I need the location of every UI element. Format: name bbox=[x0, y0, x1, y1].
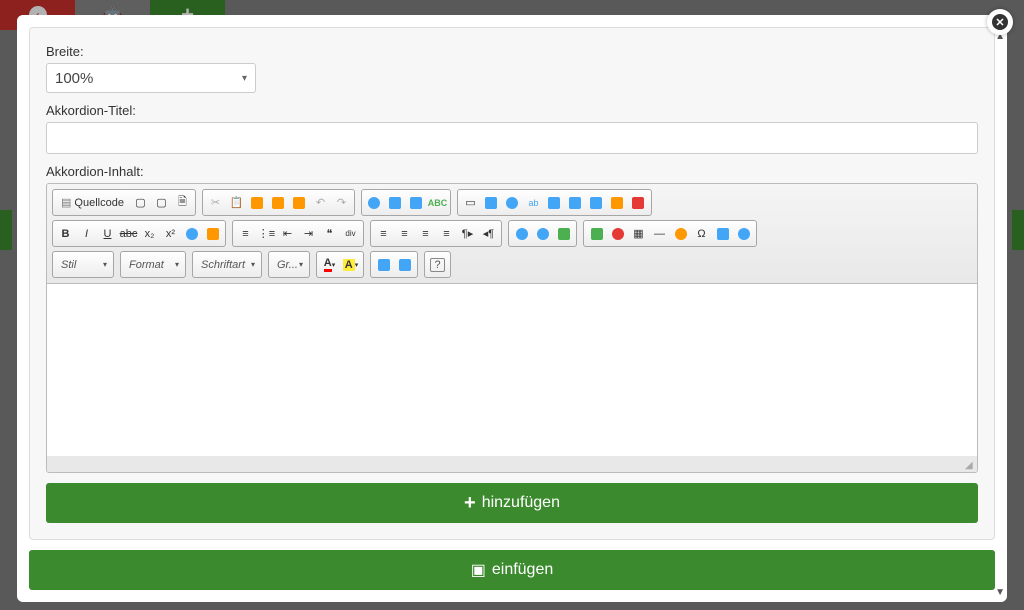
rich-text-editor: ▤Quellcode ▢ ▢ 🗎 ✂ 📋 ↶ ↷ bbox=[46, 183, 978, 473]
close-button[interactable]: ✕ bbox=[987, 9, 1013, 35]
newpage-icon[interactable]: ▢ bbox=[151, 192, 172, 213]
button-icon[interactable] bbox=[586, 192, 607, 213]
numberlist-icon[interactable]: ≡ bbox=[235, 223, 256, 244]
ltr-icon[interactable]: ¶▸ bbox=[457, 223, 478, 244]
unlink-icon[interactable] bbox=[532, 223, 553, 244]
div-icon[interactable]: div bbox=[340, 223, 361, 244]
superscript-icon[interactable]: x² bbox=[160, 223, 181, 244]
insert-icon: ▣ bbox=[471, 560, 486, 580]
paste-word-icon[interactable] bbox=[289, 192, 310, 213]
save-icon[interactable]: ▢ bbox=[130, 192, 151, 213]
title-label: Akkordion-Titel: bbox=[46, 103, 978, 118]
add-button[interactable]: + hinzufügen bbox=[46, 483, 978, 523]
close-icon: ✕ bbox=[992, 14, 1008, 30]
smiley-icon[interactable] bbox=[670, 223, 691, 244]
subscript-icon[interactable]: x₂ bbox=[139, 223, 160, 244]
flash-icon[interactable] bbox=[607, 223, 628, 244]
paste-text-icon[interactable] bbox=[268, 192, 289, 213]
align-left-icon[interactable]: ≡ bbox=[373, 223, 394, 244]
removeformat-icon[interactable] bbox=[181, 223, 202, 244]
italic-icon[interactable]: I bbox=[76, 223, 97, 244]
pagebreak-icon[interactable] bbox=[712, 223, 733, 244]
source-button[interactable]: ▤Quellcode bbox=[55, 192, 130, 213]
resize-handle-icon[interactable]: ◢ bbox=[965, 460, 975, 470]
editor-toolbar: ▤Quellcode ▢ ▢ 🗎 ✂ 📋 ↶ ↷ bbox=[47, 184, 977, 284]
bgcolor-icon[interactable]: A▾ bbox=[340, 254, 361, 275]
iframe-icon[interactable] bbox=[733, 223, 754, 244]
redo-icon[interactable]: ↷ bbox=[331, 192, 352, 213]
form-icon[interactable]: ▭ bbox=[460, 192, 481, 213]
width-label: Breite: bbox=[46, 44, 978, 59]
checkbox-icon[interactable] bbox=[481, 192, 502, 213]
add-button-label: hinzufügen bbox=[482, 494, 560, 512]
font-combo[interactable]: Schriftart▾ bbox=[195, 254, 259, 275]
specialchar-icon[interactable]: Ω bbox=[691, 223, 712, 244]
link-icon[interactable] bbox=[511, 223, 532, 244]
textarea-icon[interactable] bbox=[544, 192, 565, 213]
undo-icon[interactable]: ↶ bbox=[310, 192, 331, 213]
hr-icon[interactable]: — bbox=[649, 223, 670, 244]
select-icon[interactable] bbox=[565, 192, 586, 213]
selectall-icon[interactable] bbox=[406, 192, 427, 213]
maximize-icon[interactable] bbox=[373, 254, 394, 275]
align-justify-icon[interactable]: ≡ bbox=[436, 223, 457, 244]
insert-button[interactable]: ▣ einfügen bbox=[29, 550, 995, 590]
insert-button-label: einfügen bbox=[492, 561, 553, 579]
width-select[interactable]: 100% ▾ bbox=[46, 63, 256, 93]
anchor-icon[interactable] bbox=[553, 223, 574, 244]
outdent-icon[interactable]: ⇤ bbox=[277, 223, 298, 244]
indent-icon[interactable]: ⇥ bbox=[298, 223, 319, 244]
spellcheck-icon[interactable]: ABC bbox=[427, 192, 448, 213]
copy-icon[interactable]: 📋 bbox=[226, 192, 247, 213]
preview-icon[interactable]: 🗎 bbox=[172, 192, 193, 213]
radio-icon[interactable] bbox=[502, 192, 523, 213]
image-icon[interactable] bbox=[586, 223, 607, 244]
align-center-icon[interactable]: ≡ bbox=[394, 223, 415, 244]
scroll-arrow-down[interactable]: ▼ bbox=[995, 587, 1005, 598]
find-icon[interactable] bbox=[364, 192, 385, 213]
plus-icon: + bbox=[464, 492, 476, 515]
size-combo[interactable]: Gr...▾ bbox=[271, 254, 307, 275]
cut-icon[interactable]: ✂ bbox=[205, 192, 226, 213]
strike-icon[interactable]: abc bbox=[118, 223, 139, 244]
format-combo[interactable]: Format▾ bbox=[123, 254, 183, 275]
content-label: Akkordion-Inhalt: bbox=[46, 164, 978, 179]
title-input[interactable] bbox=[46, 122, 978, 154]
textfield-icon[interactable]: ab bbox=[523, 192, 544, 213]
editor-content-area[interactable] bbox=[51, 284, 973, 456]
align-right-icon[interactable]: ≡ bbox=[415, 223, 436, 244]
style-combo[interactable]: Stil▾ bbox=[55, 254, 111, 275]
replace-icon[interactable] bbox=[385, 192, 406, 213]
eraser-icon[interactable] bbox=[202, 223, 223, 244]
imagebutton-icon[interactable] bbox=[607, 192, 628, 213]
rtl-icon[interactable]: ◂¶ bbox=[478, 223, 499, 244]
chevron-down-icon: ▾ bbox=[242, 73, 247, 84]
help-icon[interactable]: ? bbox=[427, 254, 448, 275]
textcolor-icon[interactable]: A▾ bbox=[319, 254, 340, 275]
underline-icon[interactable]: U bbox=[97, 223, 118, 244]
hidden-icon[interactable] bbox=[628, 192, 649, 213]
paste-icon[interactable] bbox=[247, 192, 268, 213]
modal-dialog: ✕ ▲ ▼ Breite: 100% ▾ Akkordion-Titel: Ak… bbox=[17, 15, 1007, 602]
width-select-value: 100% bbox=[55, 70, 93, 87]
editor-footer: ◢ bbox=[47, 456, 977, 472]
table-icon[interactable]: ▦ bbox=[628, 223, 649, 244]
bold-icon[interactable]: B bbox=[55, 223, 76, 244]
showblocks-icon[interactable] bbox=[394, 254, 415, 275]
form-panel: Breite: 100% ▾ Akkordion-Titel: Akkordio… bbox=[29, 27, 995, 540]
bulletlist-icon[interactable]: ⋮≡ bbox=[256, 223, 277, 244]
blockquote-icon[interactable]: ❝ bbox=[319, 223, 340, 244]
